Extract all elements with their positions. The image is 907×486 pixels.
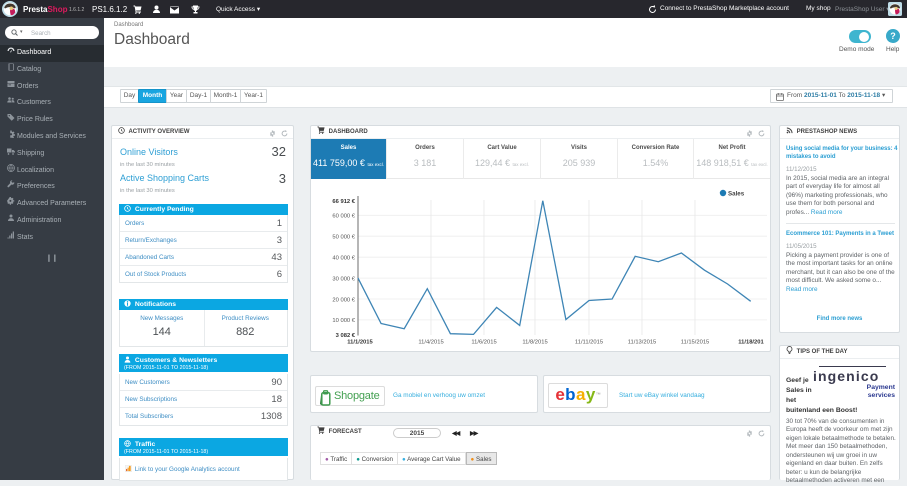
svg-text:66 912 €: 66 912 € (332, 199, 355, 205)
svg-text:11/8/2015: 11/8/2015 (522, 340, 547, 346)
svg-text:11/13/2015: 11/13/2015 (628, 340, 657, 346)
svg-text:20 000 €: 20 000 € (332, 297, 355, 303)
svg-text:11/1/2015: 11/1/2015 (347, 340, 373, 346)
svg-text:10 000 €: 10 000 € (332, 318, 355, 324)
svg-text:60 000 €: 60 000 € (332, 214, 355, 220)
svg-text:40 000 €: 40 000 € (332, 256, 355, 262)
svg-text:11/6/2015: 11/6/2015 (471, 340, 496, 346)
svg-text:3 082 €: 3 082 € (336, 333, 356, 339)
svg-text:11/11/2015: 11/11/2015 (575, 340, 603, 346)
svg-text:11/18/201: 11/18/201 (738, 340, 764, 346)
svg-text:Sales: Sales (728, 191, 745, 198)
svg-text:30 000 €: 30 000 € (332, 276, 355, 282)
svg-text:11/15/2015: 11/15/2015 (681, 340, 710, 346)
svg-text:50 000 €: 50 000 € (332, 235, 355, 241)
svg-text:11/4/2015: 11/4/2015 (418, 340, 443, 346)
